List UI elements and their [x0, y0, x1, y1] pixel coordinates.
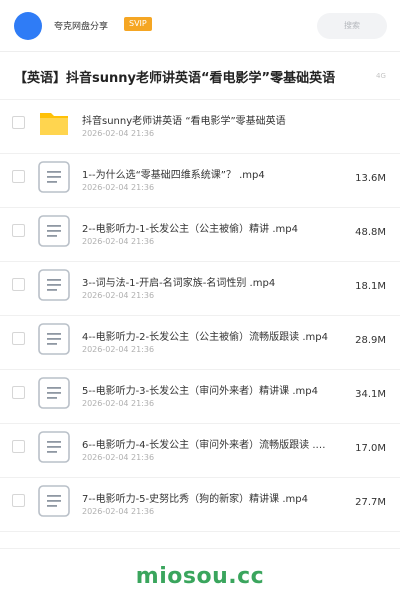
document-icon [38, 485, 70, 517]
select-checkbox[interactable] [12, 116, 25, 129]
file-date: 2026-02-04 21:36 [82, 507, 155, 516]
file-size: 48.8M [355, 227, 386, 238]
select-checkbox[interactable] [12, 386, 25, 399]
list-item[interactable]: 3--词与法-1-开启-名词家族-名词性别 .mp4 2026-02-04 21:… [0, 262, 400, 316]
folder-icon [40, 113, 68, 135]
select-checkbox[interactable] [12, 224, 25, 237]
file-name: 1--为什么选“零基础四维系统课”？ .mp4 [82, 170, 265, 181]
page-title: 【英语】抖音sunny老师讲英语“看电影学”零基础英语 [14, 71, 336, 86]
document-icon [38, 269, 70, 301]
file-name: 2--电影听力-1-长发公主（公主被偷）精讲 .mp4 [82, 224, 298, 235]
document-icon [38, 323, 70, 355]
select-checkbox[interactable] [12, 494, 25, 507]
file-name: 抖音sunny老师讲英语 “看电影学”零基础英语 [82, 116, 286, 127]
account-name: 夸克网盘分享 [54, 22, 109, 32]
list-item[interactable]: 5--电影听力-3-长发公主（审问外来者）精讲课 .mp4 2026-02-04 … [0, 370, 400, 424]
file-size: 17.0M [355, 443, 386, 454]
document-icon [38, 215, 70, 247]
top-bar: 夸克网盘分享 SVIP 搜索 [0, 0, 400, 52]
file-date: 2026-02-04 21:36 [82, 453, 155, 462]
document-icon [38, 431, 70, 463]
watermark-text: miosou.cc [135, 564, 265, 589]
file-date: 2026-02-04 21:36 [82, 183, 155, 192]
file-list: 抖音sunny老师讲英语 “看电影学”零基础英语 2026-02-04 21:3… [0, 100, 400, 532]
select-checkbox[interactable] [12, 332, 25, 345]
file-date: 2026-02-04 21:36 [82, 291, 155, 300]
file-name: 4--电影听力-2-长发公主（公主被偷）流畅版跟读 .mp4 [82, 332, 328, 343]
share-title-bar: 【英语】抖音sunny老师讲英语“看电影学”零基础英语 4G [0, 52, 400, 100]
file-name: 7--电影听力-5-史努比秀（狗的新家）精讲课 .mp4 [82, 494, 308, 505]
file-size: 13.6M [355, 173, 386, 184]
file-name: 6--电影听力-4-长发公主（审问外来者）流畅版跟读 .mp4 [82, 440, 334, 451]
svip-badge: SVIP [124, 17, 152, 31]
list-item[interactable]: 4--电影听力-2-长发公主（公主被偷）流畅版跟读 .mp4 2026-02-04… [0, 316, 400, 370]
list-item-folder[interactable]: 抖音sunny老师讲英语 “看电影学”零基础英语 2026-02-04 21:3… [0, 100, 400, 154]
file-date: 2026-02-04 21:36 [82, 399, 155, 408]
file-size: 34.1M [355, 389, 386, 400]
file-date: 2026-02-04 21:36 [82, 129, 155, 138]
select-checkbox[interactable] [12, 440, 25, 453]
document-icon [38, 377, 70, 409]
file-size: 18.1M [355, 281, 386, 292]
file-date: 2026-02-04 21:36 [82, 237, 155, 246]
select-checkbox[interactable] [12, 170, 25, 183]
total-size: 4G [376, 72, 386, 80]
avatar[interactable] [14, 12, 42, 40]
file-name: 5--电影听力-3-长发公主（审问外来者）精讲课 .mp4 [82, 386, 318, 397]
search-input[interactable]: 搜索 [317, 13, 387, 39]
list-item[interactable]: 7--电影听力-5-史努比秀（狗的新家）精讲课 .mp4 2026-02-04 2… [0, 478, 400, 532]
document-icon [38, 161, 70, 193]
select-checkbox[interactable] [12, 278, 25, 291]
list-item[interactable]: 1--为什么选“零基础四维系统课”？ .mp4 2026-02-04 21:36 1… [0, 154, 400, 208]
list-item[interactable]: 6--电影听力-4-长发公主（审问外来者）流畅版跟读 .mp4 2026-02-0… [0, 424, 400, 478]
file-date: 2026-02-04 21:36 [82, 345, 155, 354]
file-name: 3--词与法-1-开启-名词家族-名词性别 .mp4 [82, 278, 276, 289]
file-size: 27.7M [355, 497, 386, 508]
file-size: 28.9M [355, 335, 386, 346]
list-item[interactable]: 2--电影听力-1-长发公主（公主被偷）精讲 .mp4 2026-02-04 21… [0, 208, 400, 262]
